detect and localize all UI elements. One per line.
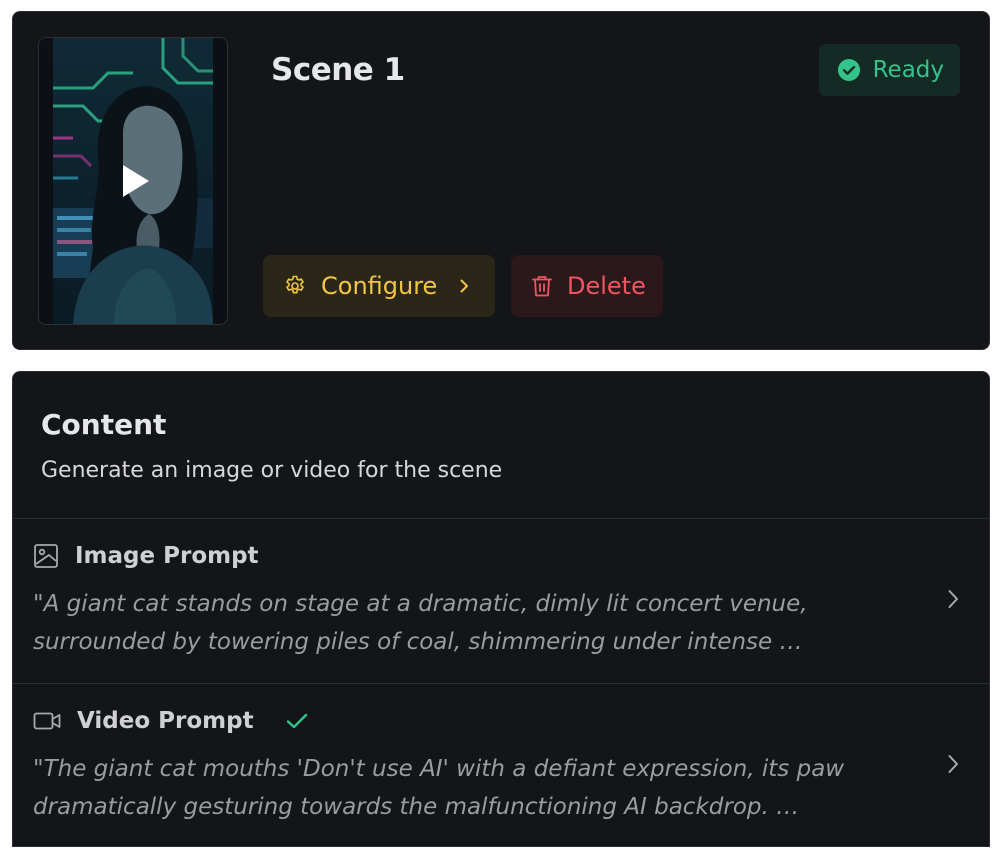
configure-label: Configure [321,272,438,300]
image-prompt-row[interactable]: Image Prompt "A giant cat stands on stag… [13,518,989,683]
chevron-right-icon[interactable] [941,587,965,611]
image-prompt-text: "A giant cat stands on stage at a dramat… [33,591,808,655]
image-prompt-label: Image Prompt [75,543,259,569]
trash-icon [532,276,552,297]
status-label: Ready [872,57,944,83]
chevron-right-icon[interactable] [941,752,965,776]
chevron-right-icon [460,279,469,293]
play-icon[interactable] [105,153,161,209]
content-subtitle: Generate an image or video for the scene [41,458,503,483]
delete-label: Delete [567,272,646,300]
content-card: Content Generate an image or video for t… [12,371,990,847]
video-prompt-row[interactable]: Video Prompt "The giant cat mouths 'Don'… [13,683,989,846]
delete-button[interactable]: Delete [511,255,663,317]
content-title: Content [41,408,167,441]
gear-icon [286,275,304,294]
scene-title: Scene 1 [271,52,405,88]
check-circle-icon [837,59,860,81]
configure-button[interactable]: Configure [263,255,495,317]
checkmark-icon [286,713,307,729]
video-prompt-text: "The giant cat mouths 'Don't use AI' wit… [33,756,845,820]
video-camera-icon [33,712,61,730]
scene-card: Scene 1 Ready Configure Delete [12,11,990,350]
status-badge: Ready [818,44,960,96]
image-icon [34,544,58,568]
scene-thumbnail[interactable] [38,37,228,325]
video-prompt-label: Video Prompt [77,708,254,734]
